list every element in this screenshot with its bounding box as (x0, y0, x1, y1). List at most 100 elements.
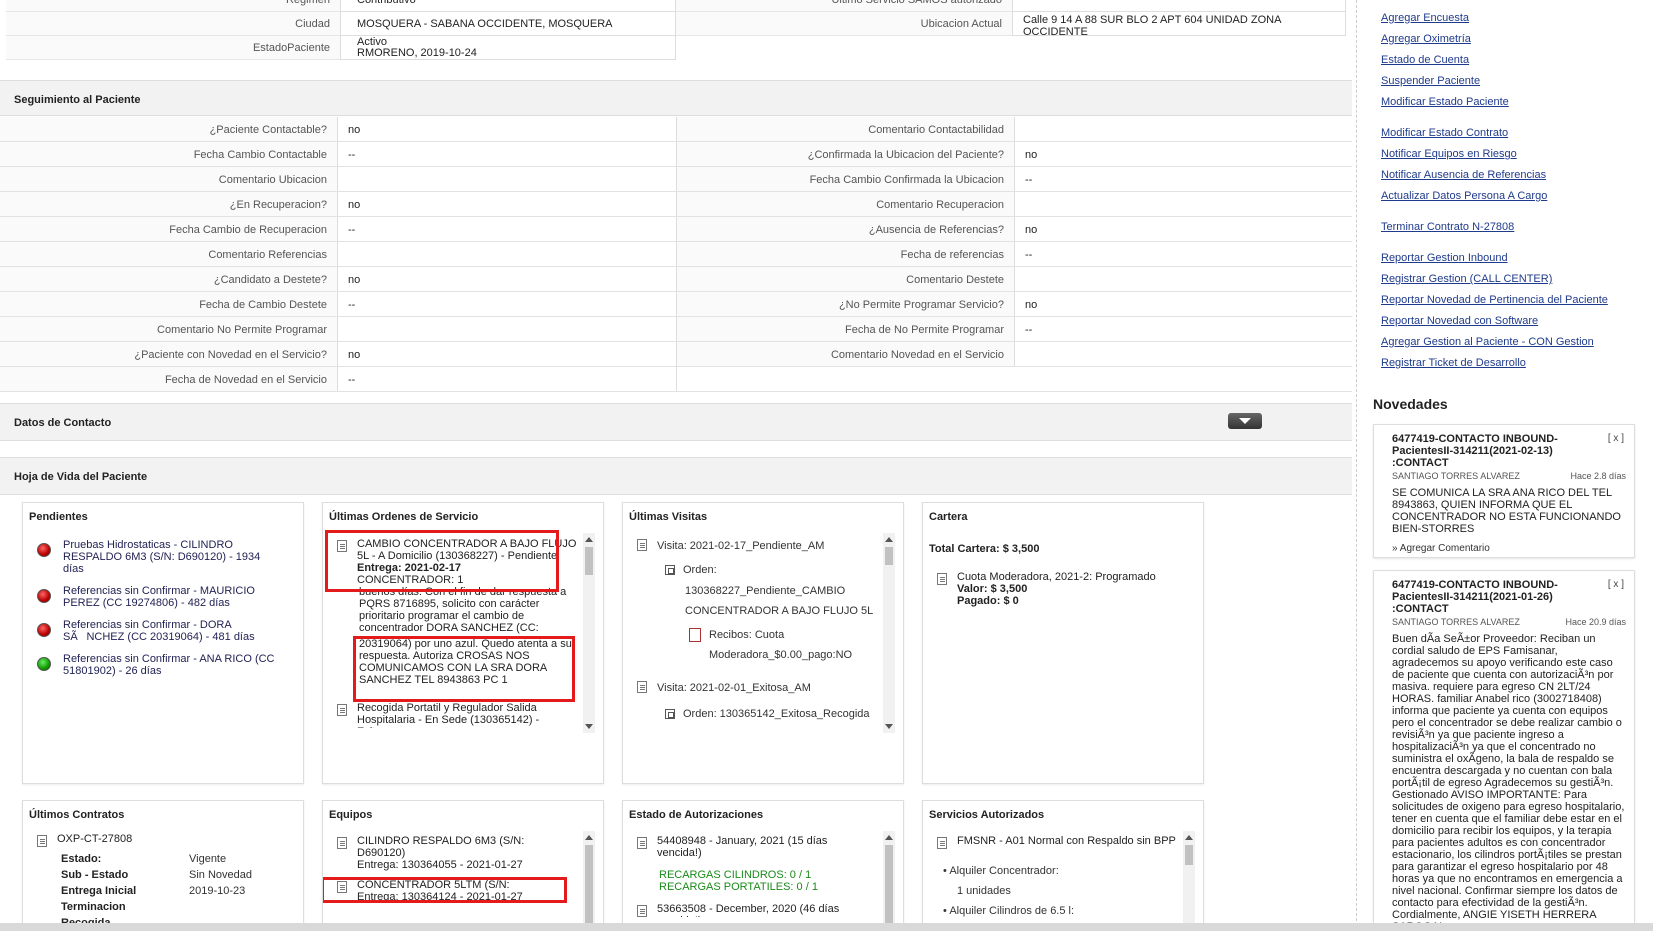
panel-pendientes: Pendientes Pruebas Hidrostaticas - CILIN… (22, 502, 304, 784)
servicio-item[interactable]: FMSNR - A01 Normal con Respaldo sin BPP (937, 835, 1177, 849)
list-item[interactable]: Pruebas Hidrostaticas - CILINDRO RESPALD… (37, 539, 297, 575)
section-header-seguimiento[interactable]: Seguimiento al Paciente (0, 80, 1352, 116)
red-status-icon (37, 589, 51, 603)
close-button[interactable]: [ x ] (1608, 579, 1624, 590)
document-icon (637, 905, 647, 917)
action-link[interactable]: Notificar Ausencia de Referencias (1381, 165, 1608, 186)
scroll-thumb[interactable] (885, 845, 893, 925)
autorizacion-item[interactable]: 53663508 - December, 2020 (46 días venci… (637, 903, 877, 917)
contrato-key: Entrega Inicial (61, 885, 137, 897)
action-link[interactable]: Modificar Estado Contrato (1381, 123, 1608, 144)
action-link[interactable]: Agregar Oximetría (1381, 29, 1608, 50)
ordenes-scrollbar[interactable] (583, 533, 595, 733)
visita-orden: Orden: 130365142_Exitosa_Recogida (665, 705, 877, 723)
visita-text: Visita: 2021-02-01_Exitosa_AM (657, 682, 811, 694)
field-label: ¿Candidato a Destete? (0, 267, 338, 291)
autorizaciones-list: 54408948 - January, 2021 (15 días vencid… (629, 831, 877, 931)
contrato-key: Estado: (61, 853, 102, 865)
estado-user-date: RMORENO, 2019-10-24 (357, 47, 477, 59)
document-icon (637, 837, 647, 849)
servicios-scrollbar[interactable] (1183, 831, 1195, 931)
red-status-icon (37, 623, 51, 637)
field-value (338, 317, 677, 341)
scroll-thumb[interactable] (885, 547, 893, 565)
receipt-icon (689, 628, 701, 642)
action-link[interactable]: Estado de Cuenta (1381, 50, 1608, 71)
visita-item[interactable]: Visita: 2021-02-17_Pendiente_AM (637, 537, 877, 555)
action-link[interactable]: Registrar Gestion (CALL CENTER) (1381, 269, 1608, 290)
scroll-thumb[interactable] (585, 547, 593, 575)
action-link[interactable]: Registrar Ticket de Desarrollo (1381, 353, 1608, 374)
red-status-icon (37, 543, 51, 557)
scroll-thumb[interactable] (585, 845, 593, 925)
add-comment-link[interactable]: » Agregar Comentario (1392, 543, 1626, 554)
info-label: Ciudad (6, 12, 340, 36)
action-link[interactable]: Actualizar Datos Persona A Cargo (1381, 186, 1608, 207)
bullet-text: Alquiler Concentrador: (949, 865, 1059, 877)
equipo-content: CILINDRO RESPALDO 6M3 (S/N: D690120) Ent… (357, 835, 547, 871)
autorizacion-item[interactable]: 54408948 - January, 2021 (15 días vencid… (637, 835, 877, 859)
servicio-bullets: • Alquiler Concentrador: 1 unidades • Al… (943, 861, 1177, 921)
recibos-text: Recibos: Cuota Moderadora_$0.00_pago:NO (709, 629, 853, 661)
equipo-item[interactable]: CILINDRO RESPALDO 6M3 (S/N: D690120) Ent… (337, 835, 577, 871)
action-link[interactable]: Modificar Estado Paciente (1381, 92, 1608, 113)
action-link[interactable]: Agregar Encuesta (1381, 8, 1608, 29)
expand-toggle-button[interactable] (1228, 413, 1262, 429)
cartera-total: Total Cartera: $ 3,500 (929, 543, 1040, 555)
field-value: -- (1025, 174, 1033, 186)
action-link[interactable]: Reportar Novedad con Software (1381, 311, 1608, 332)
orden-title: Recogida Portatil y Regulador Salida Hos… (357, 702, 540, 728)
action-link[interactable]: Reportar Novedad de Pertinencia del Paci… (1381, 290, 1608, 311)
field-value: -- (338, 142, 677, 166)
seguimiento-row: Fecha de Cambio Destete -- ¿No Permite Pro… (0, 292, 1352, 317)
scroll-up-icon[interactable] (885, 537, 893, 542)
scroll-up-icon[interactable] (585, 537, 593, 542)
scroll-up-icon[interactable] (1185, 835, 1193, 840)
horizontal-scrollbar[interactable] (0, 923, 1653, 931)
section-header-hoja-vida[interactable]: Hoja de Vida del Paciente (0, 457, 1352, 495)
servicio-text: FMSNR - A01 Normal con Respaldo sin BPP (957, 835, 1176, 847)
field-label: Comentario Contactabilidad (677, 117, 1015, 141)
checkbox-icon (665, 565, 675, 575)
info-row-regimen: Regimen Contributivo Ultimo Servicio SAM… (6, 0, 1346, 12)
document-icon (337, 837, 347, 849)
action-link[interactable]: Terminar Contrato N-27808 (1381, 217, 1608, 238)
scroll-up-icon[interactable] (585, 835, 593, 840)
orden-item[interactable]: Recogida Portatil y Regulador Salida Hos… (337, 702, 577, 728)
cartera-valor: Valor: $ 3,500 (957, 583, 1028, 595)
field-label: Comentario No Permite Programar (0, 317, 338, 341)
panel-title: Pendientes (29, 511, 88, 523)
visita-item[interactable]: Visita: 2021-02-01_Exitosa_AM (637, 679, 877, 697)
close-button[interactable]: [ x ] (1608, 433, 1624, 444)
panel-title: Cartera (929, 511, 968, 523)
field-label: Fecha de No Permite Programar (677, 317, 1015, 341)
contrato-item[interactable]: OXP-CT-27808 (37, 833, 297, 847)
link-spacer (1381, 113, 1608, 123)
field-label: Fecha Cambio Contactable (0, 142, 338, 166)
field-value (1015, 267, 1352, 291)
field-label: Fecha Cambio Confirmada la Ubicacion (677, 167, 1015, 191)
scroll-up-icon[interactable] (885, 835, 893, 840)
seguimiento-row: ¿Paciente Contactable? no Comentario Conta… (0, 117, 1352, 142)
list-item[interactable]: Referencias sin Confirmar - DORA SÃNCHE… (37, 619, 297, 643)
list-item[interactable]: Referencias sin Confirmar - ANA RICO (CC… (37, 653, 297, 677)
panel-title: Estado de Autorizaciones (629, 809, 764, 821)
cartera-item[interactable]: Cuota Moderadora, 2021-2: Programado Val… (937, 571, 1197, 607)
scroll-thumb[interactable] (1185, 845, 1193, 865)
document-icon (937, 837, 947, 849)
equipo-entrega: Entrega: 130364055 - 2021-01-27 (357, 859, 523, 871)
equipos-scrollbar[interactable] (583, 831, 595, 931)
scroll-down-icon[interactable] (585, 724, 593, 729)
action-link[interactable]: Agregar Gestion al Paciente - CON Gestio… (1381, 332, 1608, 353)
action-link[interactable]: Suspender Paciente (1381, 71, 1608, 92)
contrato-key: Terminacion (61, 901, 126, 913)
autorizaciones-scrollbar[interactable] (883, 831, 895, 931)
action-link[interactable]: Notificar Equipos en Riesgo (1381, 144, 1608, 165)
field-value (1015, 367, 1352, 391)
visitas-scrollbar[interactable] (883, 533, 895, 733)
list-item[interactable]: Referencias sin Confirmar - MAURICIO PER… (37, 585, 297, 609)
action-link[interactable]: Reportar Gestion Inbound (1381, 248, 1608, 269)
pendiente-text: Pruebas Hidrostaticas - CILINDRO RESPALD… (63, 539, 261, 575)
scroll-down-icon[interactable] (885, 724, 893, 729)
section-header-datos-contacto[interactable]: Datos de Contacto (0, 403, 1352, 441)
